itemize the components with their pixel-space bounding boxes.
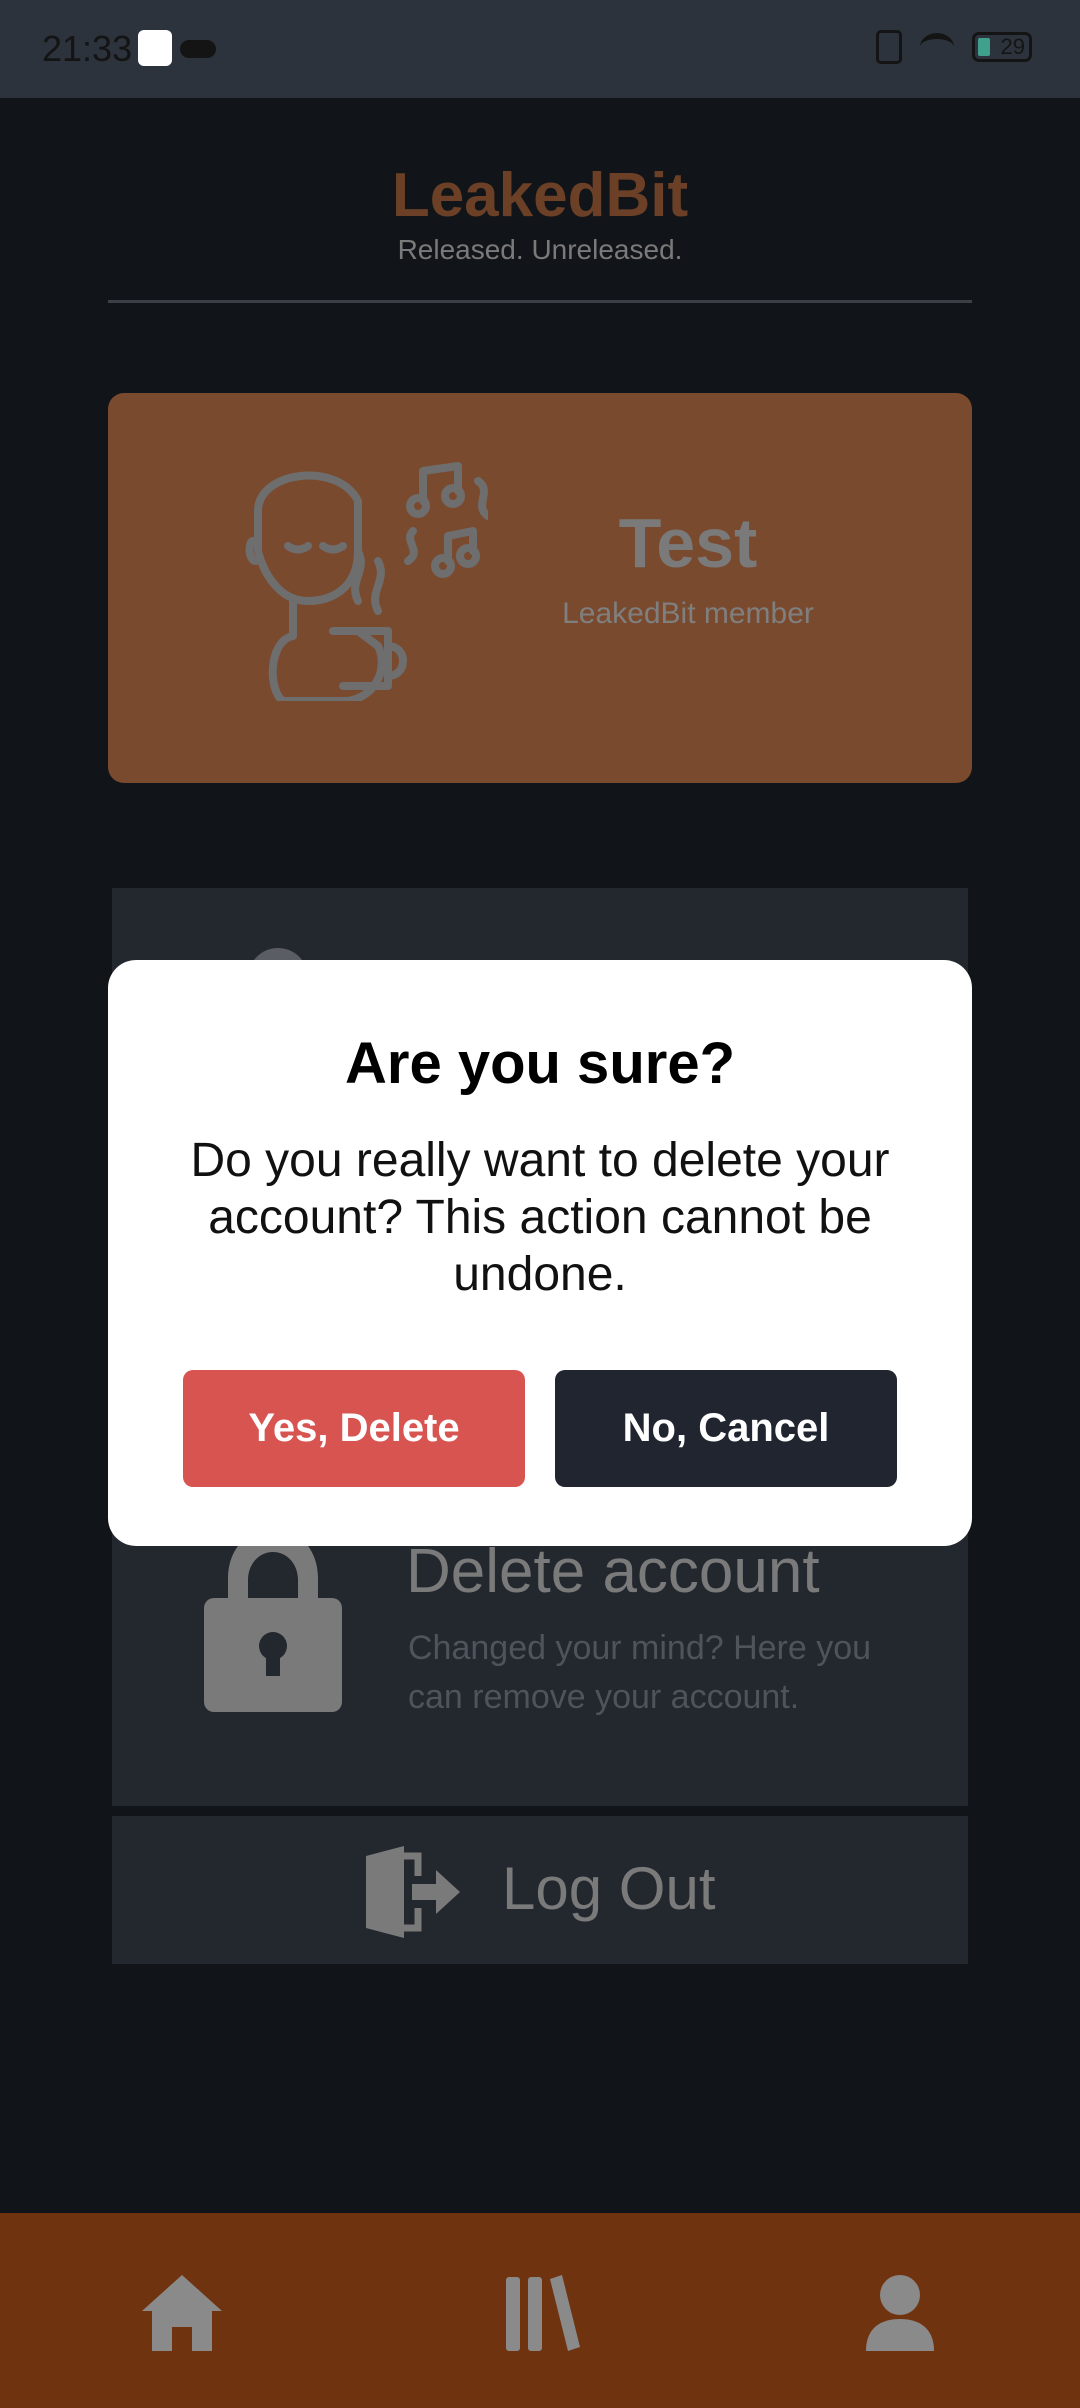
lock-icon	[204, 1528, 342, 1712]
vibrate-icon	[876, 30, 902, 64]
battery-level: 29	[1000, 34, 1025, 59]
delete-account-description: Changed your mind? Here you can remove y…	[408, 1629, 872, 1716]
battery-fill	[978, 38, 990, 56]
dialog-message: Do you really want to delete your accoun…	[190, 1134, 890, 1301]
confirm-delete-dialog: Are you sure? Do you really want to dele…	[108, 960, 972, 1546]
dialog-title: Are you sure?	[345, 1031, 735, 1096]
delete-account-title: Delete account	[406, 1537, 820, 1606]
app-title: LeakedBit	[391, 161, 689, 230]
wifi-icon	[920, 33, 954, 61]
home-icon[interactable]	[140, 2271, 224, 2355]
delete-account-item[interactable]: Delete account Changed your mind? Here y…	[112, 1528, 968, 1806]
notification-app-icon	[138, 30, 172, 66]
logout-label: Log Out	[502, 1855, 716, 1922]
logout-button[interactable]: Log Out	[112, 1816, 968, 1964]
profile-role: LeakedBit member	[562, 597, 814, 630]
title-divider	[108, 300, 972, 303]
cancel-button[interactable]: No, Cancel	[555, 1370, 897, 1487]
cloud-icon	[180, 40, 216, 58]
battery-icon: 29	[972, 32, 1032, 62]
status-bar: 21:33 29	[0, 0, 1080, 98]
logout-icon	[366, 1846, 460, 1938]
status-indicators: 29	[876, 30, 1032, 64]
profile-name: Test	[618, 504, 758, 582]
profile-icon[interactable]	[858, 2271, 942, 2355]
bottom-navigation	[0, 2213, 1080, 2408]
confirm-delete-button[interactable]: Yes, Delete	[183, 1370, 525, 1487]
status-time: 21:33	[42, 28, 133, 69]
user-avatar-icon	[245, 462, 488, 701]
library-icon[interactable]	[498, 2271, 582, 2355]
profile-card: Test LeakedBit member	[108, 393, 972, 783]
app-subtitle: Released. Unreleased.	[397, 234, 683, 265]
